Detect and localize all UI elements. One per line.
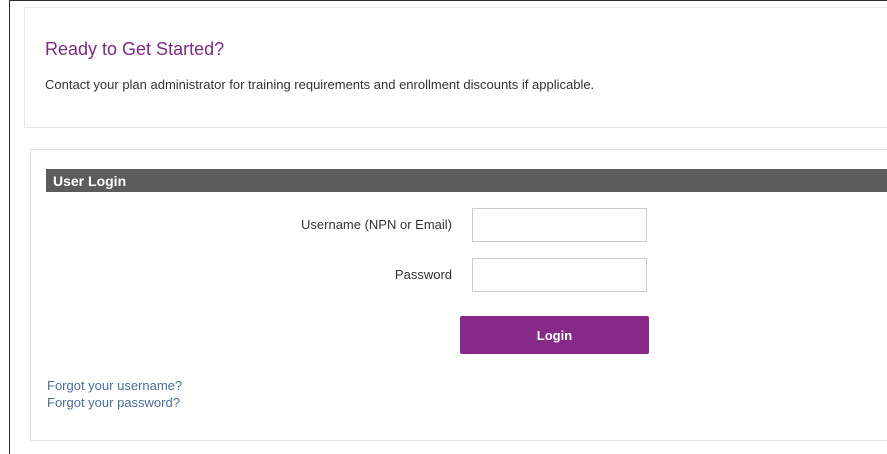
intro-text: Contact your plan administrator for trai…: [45, 77, 595, 92]
username-label: Username (NPN or Email): [301, 217, 452, 232]
user-login-header: User Login: [46, 169, 887, 192]
username-input[interactable]: [472, 208, 647, 242]
page-frame: Ready to Get Started? Contact your plan …: [9, 0, 887, 454]
user-login-panel: User Login Username (NPN or Email) Passw…: [30, 149, 887, 441]
forgot-username-link[interactable]: Forgot your username?: [47, 378, 182, 393]
forgot-password-link[interactable]: Forgot your password?: [47, 395, 180, 410]
password-input[interactable]: [472, 258, 647, 292]
login-button[interactable]: Login: [460, 316, 649, 354]
password-label: Password: [394, 267, 452, 282]
intro-panel: Ready to Get Started? Contact your plan …: [24, 7, 887, 128]
intro-title: Ready to Get Started?: [45, 39, 225, 59]
